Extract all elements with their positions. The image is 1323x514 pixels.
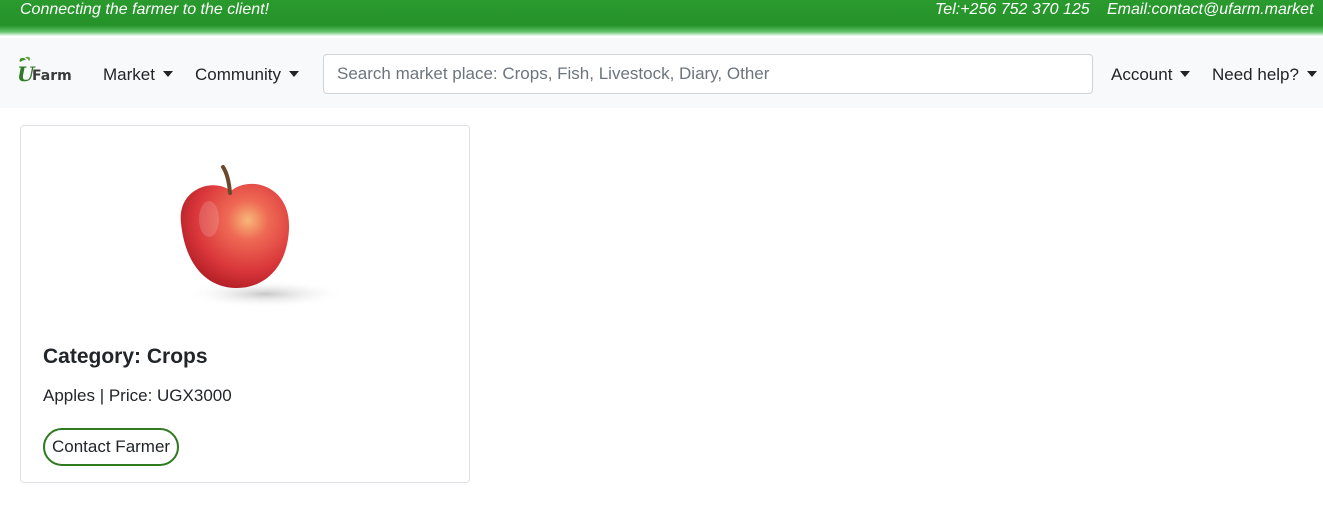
- contact-email: Email:contact@ufarm.market: [1107, 1, 1314, 18]
- product-category: Category: Crops: [43, 345, 208, 368]
- nav-account-label: Account: [1111, 65, 1173, 84]
- nav-community-dropdown[interactable]: Community: [195, 65, 299, 85]
- tagline: Connecting the farmer to the client!: [20, 1, 270, 18]
- caret-down-icon: [288, 71, 299, 77]
- caret-down-icon: [162, 71, 173, 77]
- caret-down-icon: [1306, 71, 1317, 77]
- contact-phone: Tel:+256 752 370 125: [935, 1, 1090, 18]
- caret-down-icon: [1180, 71, 1191, 77]
- svg-text:Farm: Farm: [32, 68, 72, 84]
- product-details: Apples | Price: UGX3000: [43, 386, 232, 405]
- nav-market-label: Market: [103, 65, 155, 84]
- navbar: U Farm Market Community Account Need hel…: [0, 38, 1323, 108]
- search-input[interactable]: [323, 54, 1093, 94]
- nav-help-dropdown[interactable]: Need help?: [1212, 65, 1317, 85]
- nav-account-dropdown[interactable]: Account: [1111, 65, 1191, 85]
- apple-image: [180, 165, 347, 308]
- product-card: Category: Crops Apples | Price: UGX3000 …: [20, 125, 470, 483]
- top-banner: Connecting the farmer to the client! Tel…: [0, 0, 1323, 36]
- ufarm-logo[interactable]: U Farm: [16, 56, 78, 86]
- contact-farmer-button[interactable]: Contact Farmer: [43, 428, 180, 466]
- nav-market-dropdown[interactable]: Market: [103, 65, 173, 85]
- nav-help-label: Need help?: [1212, 65, 1299, 84]
- nav-community-label: Community: [195, 65, 281, 84]
